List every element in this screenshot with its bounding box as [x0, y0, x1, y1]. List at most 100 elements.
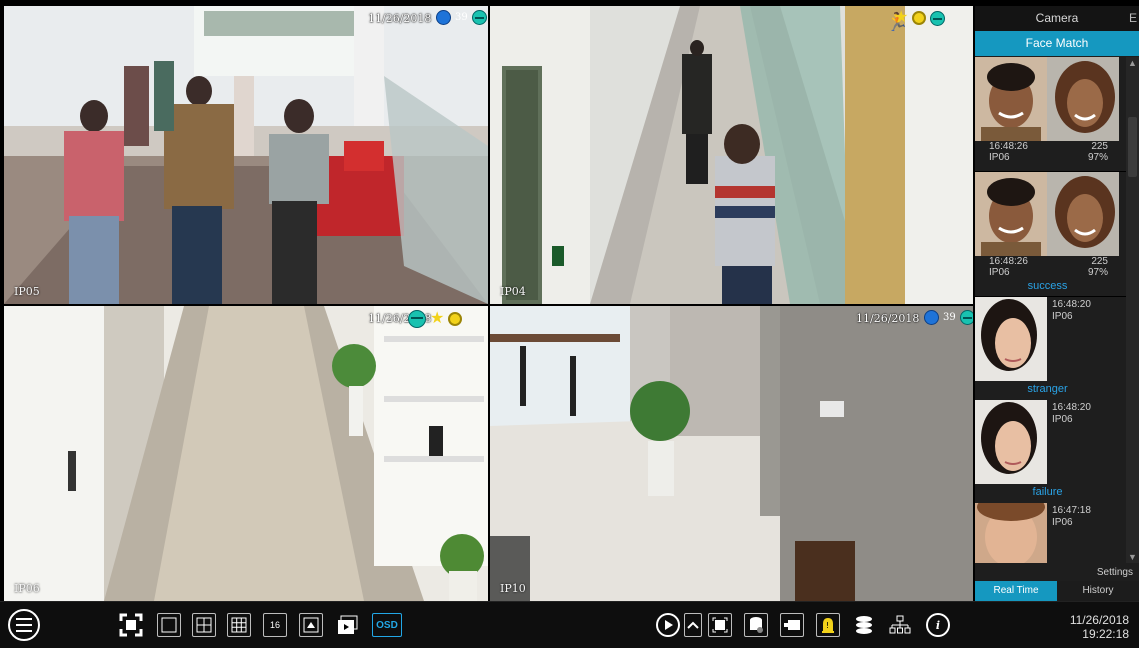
record-button[interactable] — [744, 613, 768, 637]
camera-tile-ip10[interactable]: 11/26/2018 39 IP10 — [490, 306, 973, 601]
face-pair — [975, 57, 1120, 141]
expand-toolbar-button[interactable] — [684, 613, 702, 637]
captured-face-thumbnail — [975, 400, 1047, 484]
record-disk-icon — [750, 617, 763, 633]
match-camera: IP06 — [989, 152, 1010, 163]
feed-scrollbar[interactable]: ▲ ▼ — [1126, 57, 1139, 563]
record-status-icon — [924, 310, 939, 325]
svg-text:!: ! — [826, 621, 829, 630]
tab-history[interactable]: History — [1057, 581, 1139, 601]
camera-label: IP04 — [500, 285, 526, 298]
audio-button[interactable] — [780, 613, 804, 637]
panel-header[interactable]: Camera E — [975, 6, 1139, 31]
layout-16-label: 16 — [269, 620, 280, 630]
camera-label: IP05 — [14, 285, 40, 298]
match-result-success: success — [1027, 280, 1068, 292]
main-menu-button[interactable] — [8, 609, 40, 641]
playback-button[interactable] — [656, 613, 680, 637]
face-match-item[interactable]: 16:48:26 225 IP06 97% — [975, 57, 1126, 172]
camera-grid: 11/26/2018 39 IP05 🏃 ★ IP04 11/26/2018 ★… — [4, 6, 973, 601]
face-match-feed: 16:48:26 225 IP06 97% 16:48:26 225 IP06 97% — [975, 57, 1126, 563]
menu-icon-bar — [16, 618, 32, 620]
capture-meta: 16:47:18 IP06 — [1052, 505, 1091, 529]
record-count: 39 — [455, 12, 468, 23]
capture-result-failure: failure — [1032, 486, 1063, 498]
camera-status-icons: ★ — [894, 9, 946, 26]
camera-tile-ip06[interactable]: 11/26/2018 ★ IP06 — [4, 306, 488, 601]
camera-feed-image — [4, 6, 488, 304]
alarm-bell-icon: ! — [822, 618, 834, 633]
camera-timestamp: 11/26/2018 — [368, 12, 432, 25]
play-icon — [665, 620, 673, 630]
camera-tile-ip04[interactable]: 🏃 ★ IP04 — [490, 6, 973, 304]
single-screen-icon — [161, 617, 177, 633]
face-pair — [975, 172, 1120, 256]
panel-header-next[interactable]: E — [1129, 6, 1137, 31]
alarm-button[interactable]: ! — [816, 613, 840, 637]
face-capture-item[interactable]: 16:48:20 IP06 stranger — [975, 297, 1126, 400]
face-detection-icon — [471, 10, 487, 25]
database-icon — [856, 616, 872, 634]
layout-4-button[interactable] — [192, 613, 216, 637]
layout-9-button[interactable] — [227, 613, 251, 637]
capture-time: 16:48:20 — [1052, 299, 1091, 310]
quad-screen-icon — [196, 617, 212, 633]
chevron-up-icon — [687, 621, 699, 629]
camera-label: IP10 — [500, 582, 526, 595]
alarm-status-icon — [912, 11, 927, 25]
face-match-panel: Camera E Face Match 16:48:26 225 IP06 97% — [975, 6, 1139, 601]
face-detection-icon — [408, 310, 426, 328]
video-stream-icon — [784, 620, 800, 630]
snapshot-button[interactable] — [708, 613, 732, 637]
nvr-live-view: 11/26/2018 39 IP05 🏃 ★ IP04 11/26/2018 ★… — [0, 0, 1139, 648]
settings-link[interactable]: Settings — [1097, 567, 1133, 578]
network-icon — [889, 615, 911, 634]
fullscreen-button[interactable] — [119, 613, 143, 637]
tab-real-time[interactable]: Real Time — [975, 581, 1057, 601]
record-count: 39 — [943, 312, 956, 323]
network-button[interactable] — [888, 613, 912, 637]
playback-window-button[interactable] — [336, 613, 360, 637]
playback-window-icon — [338, 615, 358, 634]
camera-feed-image: 🏃 — [490, 6, 973, 304]
captured-face-thumbnail — [975, 172, 1047, 256]
alarm-status-icon — [448, 312, 463, 326]
matched-face-thumbnail — [1047, 57, 1119, 141]
fullscreen-icon — [119, 613, 143, 637]
motion-alarm-icon: ★ — [430, 310, 445, 327]
sequence-icon — [303, 617, 319, 633]
matched-face-thumbnail — [1047, 172, 1119, 256]
panel-tabs: Real Time History — [975, 581, 1139, 601]
camera-status-icons: 39 — [436, 10, 487, 25]
system-clock: 11/26/2018 19:22:18 — [1070, 613, 1129, 641]
face-match-item[interactable]: 16:48:26 225 IP06 97% success — [975, 172, 1126, 297]
camera-tile-ip05[interactable]: 11/26/2018 39 IP05 — [4, 6, 488, 304]
camera-status-icons: 39 — [924, 310, 973, 325]
camera-feed-image — [4, 306, 488, 601]
face-capture-item[interactable]: 16:48:20 IP06 failure — [975, 400, 1126, 503]
record-status-icon — [436, 10, 451, 25]
capture-camera: IP06 — [1052, 517, 1073, 528]
scroll-thumb[interactable] — [1128, 117, 1137, 177]
osd-toggle-button[interactable]: OSD — [372, 613, 402, 637]
sequence-view-button[interactable] — [299, 613, 323, 637]
camera-label: IP06 — [14, 582, 40, 595]
motion-alarm-icon: ★ — [894, 9, 909, 26]
face-capture-item[interactable]: 16:47:18 IP06 — [975, 503, 1126, 563]
disk-info-button[interactable] — [852, 613, 876, 637]
scroll-up-icon[interactable]: ▲ — [1126, 57, 1139, 69]
match-score: 225 — [1091, 256, 1108, 267]
info-icon: i — [935, 618, 941, 632]
face-detection-icon — [959, 310, 973, 325]
match-score: 225 — [1091, 141, 1108, 152]
capture-meta: 16:48:20 IP06 — [1052, 299, 1091, 323]
info-button[interactable]: i — [926, 613, 950, 637]
captured-face-thumbnail — [975, 297, 1047, 381]
captured-face-thumbnail — [975, 503, 1047, 563]
layout-16-button[interactable]: 16 — [263, 613, 287, 637]
face-match-title[interactable]: Face Match — [975, 31, 1139, 56]
layout-1-button[interactable] — [157, 613, 181, 637]
face-detection-icon — [930, 10, 946, 26]
clock-time: 19:22:18 — [1082, 627, 1129, 641]
scroll-down-icon[interactable]: ▼ — [1126, 551, 1139, 563]
